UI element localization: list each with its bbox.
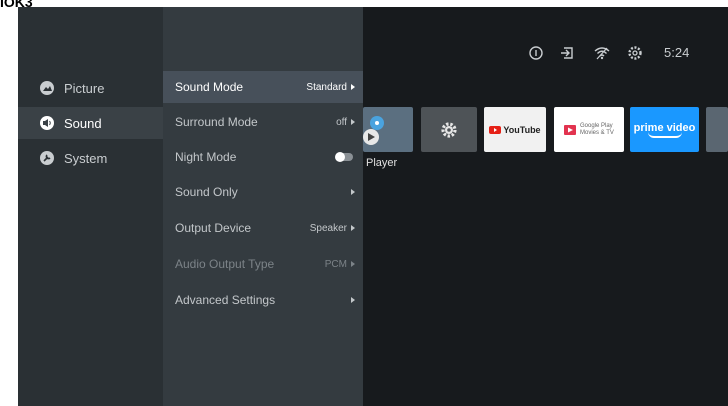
settings-gear-icon[interactable] xyxy=(627,45,643,61)
menu-item-label: Night Mode xyxy=(175,150,237,164)
app-tile-youtube[interactable]: YouTube xyxy=(484,107,546,152)
menu-sound-mode[interactable]: Sound Mode Standard xyxy=(163,71,363,103)
menu-sound-only[interactable]: Sound Only xyxy=(163,176,363,208)
category-sound[interactable]: Sound xyxy=(18,107,163,139)
category-system[interactable]: System xyxy=(18,142,163,174)
category-label: System xyxy=(64,150,108,166)
picture-icon xyxy=(40,81,54,95)
youtube-play-icon xyxy=(489,125,502,134)
menu-item-value: off xyxy=(336,116,347,128)
google-play-sublabel: Movies & TV xyxy=(580,129,614,136)
menu-item-value: PCM xyxy=(324,258,347,270)
menu-item-label: Audio Output Type xyxy=(175,257,275,271)
night-mode-toggle[interactable] xyxy=(335,152,353,162)
app-tile-player[interactable] xyxy=(363,107,413,152)
player-app-label: Player xyxy=(366,157,398,169)
app-tile-prime-video[interactable]: prime video xyxy=(630,107,699,152)
settings-category-panel: Picture Sound System xyxy=(18,7,163,406)
menu-output-device[interactable]: Output Device Speaker xyxy=(163,212,363,244)
menu-night-mode[interactable]: Night Mode xyxy=(163,141,363,173)
menu-item-label: Advanced Settings xyxy=(175,293,276,307)
google-play-movies-icon xyxy=(564,124,576,135)
app-tile-partial[interactable] xyxy=(706,107,728,152)
chevron-right-icon xyxy=(351,261,355,267)
chevron-right-icon xyxy=(351,189,355,195)
settings-gear-icon xyxy=(441,121,457,138)
menu-surround-mode[interactable]: Surround Mode off xyxy=(163,106,363,138)
menu-item-label: Sound Only xyxy=(175,185,238,199)
system-icon xyxy=(40,151,54,165)
chevron-right-icon xyxy=(351,84,355,90)
menu-item-label: Surround Mode xyxy=(175,115,258,129)
category-picture[interactable]: Picture xyxy=(18,72,163,104)
category-label: Sound xyxy=(64,115,102,131)
wifi-icon xyxy=(594,45,610,61)
clock-time: 5:24 xyxy=(664,45,690,60)
menu-advanced-settings[interactable]: Advanced Settings xyxy=(163,284,363,316)
sound-icon xyxy=(40,116,54,130)
prime-smile-icon xyxy=(647,132,682,138)
chevron-right-icon xyxy=(351,297,355,303)
youtube-label: YouTube xyxy=(503,124,541,135)
info-icon xyxy=(528,45,544,61)
player-app-icon xyxy=(363,116,384,145)
menu-item-label: Sound Mode xyxy=(175,80,244,94)
app-tile-google-play-movies[interactable]: Google Play Movies & TV xyxy=(554,107,624,152)
menu-item-value: Speaker xyxy=(309,222,347,234)
menu-audio-output-type[interactable]: Audio Output Type PCM xyxy=(163,248,363,280)
menu-item-value: Standard xyxy=(306,81,347,93)
chevron-right-icon xyxy=(351,119,355,125)
category-label: Picture xyxy=(64,80,105,96)
chevron-right-icon xyxy=(351,225,355,231)
app-tile-settings[interactable] xyxy=(421,107,477,152)
input-icon xyxy=(559,45,575,61)
google-play-label: Google Play xyxy=(580,122,613,129)
tv-screen: Picture Sound System Sound Mode Standard… xyxy=(18,7,728,406)
sound-settings-panel: Sound Mode Standard Surround Mode off Ni… xyxy=(163,7,363,406)
menu-item-label: Output Device xyxy=(175,221,252,235)
